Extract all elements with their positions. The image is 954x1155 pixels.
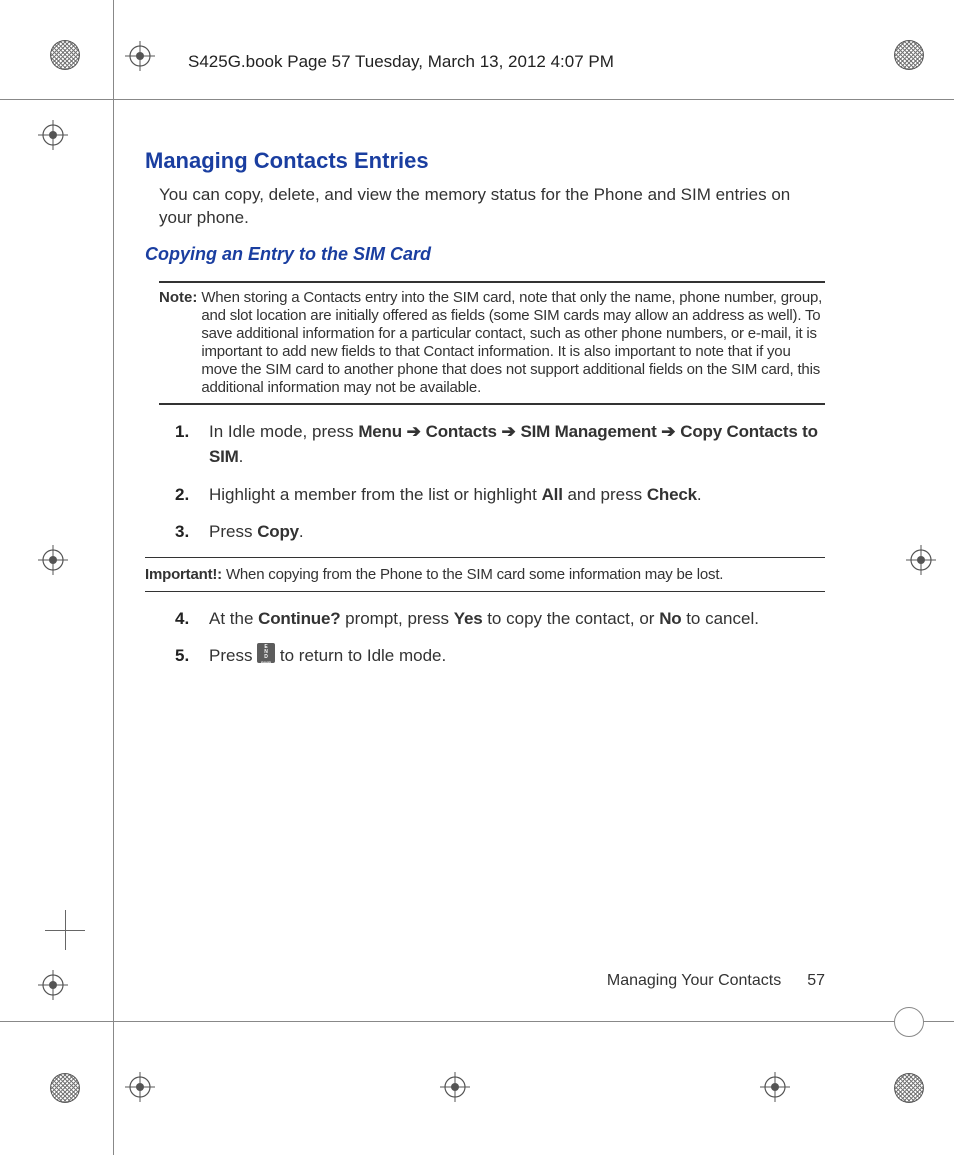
divider [159,281,825,283]
page-footer: Managing Your Contacts 57 [145,972,825,990]
step-5: Press ENDPWR to return to Idle mode. [175,643,825,669]
footer-section-name: Managing Your Contacts [607,972,781,989]
step-2: Highlight a member from the list or high… [175,482,825,508]
divider [145,557,825,558]
page-content: Managing Contacts Entries You can copy, … [145,148,825,681]
registration-target-icon [38,120,68,150]
note-label: Note: [159,289,197,397]
registration-target-icon [125,41,155,71]
end-pwr-key-icon: ENDPWR [257,643,275,663]
important-block: Important!: When copying from the Phone … [145,566,825,583]
step-4: At the Continue? prompt, press Yes to co… [175,606,825,632]
important-label: Important!: [145,566,222,583]
note-body: When storing a Contacts entry into the S… [201,289,825,397]
registration-circle [894,1007,924,1037]
subsection-title: Copying an Entry to the SIM Card [145,244,825,265]
registration-disc [894,40,924,70]
registration-target-icon [906,545,936,575]
registration-disc [894,1073,924,1103]
steps-list-a: In Idle mode, press Menu ➔ Contacts ➔ SI… [175,419,825,545]
step-3: Press Copy. [175,519,825,545]
registration-target-icon [125,1072,155,1102]
divider [159,403,825,405]
note-block: Note: When storing a Contacts entry into… [159,289,825,397]
registration-target-icon [440,1072,470,1102]
divider [145,591,825,592]
important-body: When copying from the Phone to the SIM c… [226,566,723,583]
registration-disc [50,40,80,70]
intro-paragraph: You can copy, delete, and view the memor… [159,184,825,230]
registration-disc [50,1073,80,1103]
steps-list-b: At the Continue? prompt, press Yes to co… [175,606,825,669]
page-number: 57 [807,972,825,989]
registration-target-icon [760,1072,790,1102]
registration-target-icon [38,545,68,575]
step-1: In Idle mode, press Menu ➔ Contacts ➔ SI… [175,419,825,470]
section-title: Managing Contacts Entries [145,148,825,174]
running-head: S425G.book Page 57 Tuesday, March 13, 20… [188,52,614,72]
registration-target-icon [38,970,68,1000]
